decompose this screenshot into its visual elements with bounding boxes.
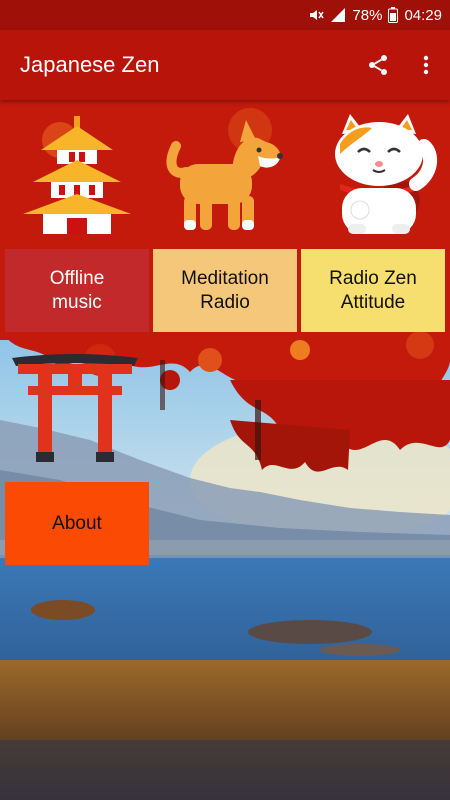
about-button[interactable]: About [5,482,149,565]
illustration-row [0,110,450,240]
app-title: Japanese Zen [20,52,160,77]
shiba-dog-icon [160,110,290,240]
signal-icon [330,7,346,23]
offline-music-button[interactable]: Offline music [5,249,149,332]
torii-gate-icon [10,352,140,464]
radio-zen-attitude-button[interactable]: Radio Zen Attitude [301,249,445,332]
battery-percent: 78% [352,6,383,24]
pagoda-icon [12,110,142,240]
clock: 04:29 [404,6,442,24]
status-bar: 78% 04:29 [0,0,450,30]
app-bar: Japanese Zen [0,30,450,100]
lucky-cat-icon [314,110,444,240]
more-options-button[interactable] [402,41,450,89]
more-vert-icon [423,55,429,75]
meditation-radio-button[interactable]: Meditation Radio [153,249,297,332]
mute-icon [308,7,325,23]
share-button[interactable] [354,41,402,89]
battery-icon [388,7,399,23]
share-icon [369,55,387,75]
